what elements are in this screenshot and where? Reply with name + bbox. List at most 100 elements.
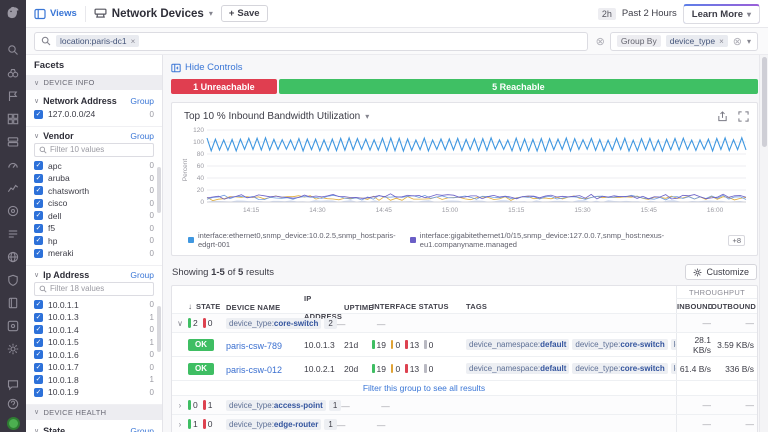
chevron-down-icon[interactable]: ∨	[34, 132, 39, 140]
nav-infrastructure-icon[interactable]	[7, 136, 19, 148]
facet-value-row[interactable]: ✓f50	[34, 222, 154, 235]
nav-apm-icon[interactable]	[7, 205, 19, 217]
search-input[interactable]: location:paris-dc1 ×	[34, 32, 588, 51]
facet-list-scrollbar[interactable]	[157, 306, 161, 352]
remove-filter-icon[interactable]: ×	[131, 37, 136, 46]
nav-help-icon[interactable]	[7, 398, 19, 410]
export-icon[interactable]	[717, 111, 728, 122]
nav-notebooks-icon[interactable]	[7, 297, 19, 309]
group-expander-icon[interactable]: ∨	[172, 319, 188, 328]
chart-title-dropdown-icon[interactable]: ▾	[365, 112, 369, 121]
legend-overflow-badge[interactable]: +8	[728, 235, 745, 246]
nav-search-icon[interactable]	[7, 44, 19, 56]
checkbox-checked-icon[interactable]: ✓	[34, 211, 43, 220]
chevron-down-icon[interactable]: ∨	[34, 271, 39, 279]
facet-value-row[interactable]: ✓meraki0	[34, 247, 154, 260]
checkbox-checked-icon[interactable]: ✓	[34, 325, 43, 334]
views-button[interactable]: Views	[34, 8, 77, 20]
facet-group-link[interactable]: Group	[130, 426, 154, 432]
chevron-down-icon[interactable]: ∨	[34, 97, 39, 105]
scrollbar-thumb[interactable]	[762, 57, 767, 147]
table-group-row[interactable]: ›01device_type:access-point1————	[172, 396, 757, 415]
chevron-down-icon[interactable]: ∨	[34, 427, 39, 432]
checkbox-checked-icon[interactable]: ✓	[34, 161, 43, 170]
checkbox-checked-icon[interactable]: ✓	[34, 224, 43, 233]
search-filter-tag[interactable]: location:paris-dc1 ×	[56, 35, 139, 47]
clear-icon[interactable]: ⊗	[733, 35, 742, 48]
facet-filter-input[interactable]: Filter 18 values	[34, 282, 154, 296]
nav-logs-icon[interactable]	[7, 228, 19, 240]
device-name-link[interactable]: paris-csw-789	[226, 341, 282, 351]
nav-watchdog-icon[interactable]	[7, 67, 19, 79]
nav-events-icon[interactable]	[7, 90, 19, 102]
device-name-link[interactable]: paris-csw-012	[226, 365, 282, 375]
table-group-row[interactable]: ›10device_type:edge-router1————	[172, 415, 757, 432]
page-title-group[interactable]: Network Devices ▾	[94, 7, 213, 20]
checkbox-checked-icon[interactable]: ✓	[34, 249, 43, 258]
group-by-tag[interactable]: device_type ×	[666, 35, 728, 47]
facet-list-scrollbar[interactable]	[157, 167, 161, 213]
table-device-row[interactable]: OKparis-csw-01210.0.2.120d190130device_n…	[172, 357, 757, 381]
facet-value-row[interactable]: ✓hp0	[34, 235, 154, 248]
facet-value-row[interactable]: ✓apc0	[34, 160, 154, 173]
reachable-segment[interactable]: 5 Reachable	[279, 79, 758, 94]
column-header-tags[interactable]: TAGS	[466, 302, 676, 311]
facet-value-row[interactable]: ✓cisco0	[34, 197, 154, 210]
column-header-state[interactable]: ↓STATE	[188, 302, 226, 311]
checkbox-checked-icon[interactable]: ✓	[34, 363, 43, 372]
facet-value-row[interactable]: ✓dell0	[34, 210, 154, 223]
facet-value-row[interactable]: ✓10.0.1.90	[34, 386, 154, 399]
nav-settings-icon[interactable]	[7, 343, 19, 355]
bandwidth-utilization-chart[interactable]: 020406080100120Percent14:1514:3014:4515:…	[180, 124, 756, 224]
tag-pill[interactable]: device_type:core-switch	[226, 318, 321, 329]
checkbox-checked-icon[interactable]: ✓	[34, 174, 43, 183]
checkbox-checked-icon[interactable]: ✓	[34, 375, 43, 384]
facet-section-header[interactable]: ∨DEVICE INFO	[26, 75, 162, 90]
table-device-row[interactable]: OKparis-csw-78910.0.1.321d190130device_n…	[172, 333, 757, 357]
facet-group-link[interactable]: Group	[130, 131, 154, 141]
facet-value-row[interactable]: ✓10.0.1.60	[34, 349, 154, 362]
checkbox-checked-icon[interactable]: ✓	[34, 350, 43, 359]
column-header-uptime[interactable]: UPTIME	[344, 297, 372, 315]
column-header-device-name[interactable]: DEVICE NAME	[226, 297, 304, 315]
checkbox-checked-icon[interactable]: ✓	[34, 338, 43, 347]
facet-section-header[interactable]: ∨DEVICE HEALTH	[26, 405, 162, 420]
checkbox-checked-icon[interactable]: ✓	[34, 236, 43, 245]
legend-item[interactable]: interface:ethernet0,snmp_device:10.0.2.5…	[188, 231, 396, 249]
time-range-label[interactable]: Past 2 Hours	[622, 8, 677, 19]
checkbox-checked-icon[interactable]: ✓	[34, 300, 43, 309]
user-avatar[interactable]	[7, 417, 20, 430]
time-range-badge[interactable]: 2h	[598, 8, 616, 20]
group-expander-icon[interactable]: ›	[172, 420, 188, 429]
hide-controls-button[interactable]: Hide Controls	[171, 62, 758, 73]
nav-integrations-icon[interactable]	[7, 320, 19, 332]
learn-more-button[interactable]: Learn More ▾	[683, 4, 760, 24]
checkbox-checked-icon[interactable]: ✓	[34, 313, 43, 322]
clear-group-by-icon[interactable]: ⊗	[596, 35, 605, 48]
table-group-row[interactable]: ∨20device_type:core-switch2————	[172, 314, 757, 333]
page-scrollbar[interactable]	[759, 55, 768, 432]
filter-group-link[interactable]: Filter this group to see all results	[172, 383, 676, 393]
checkbox-checked-icon[interactable]: ✓	[34, 388, 43, 397]
remove-group-by-icon[interactable]: ×	[719, 37, 724, 46]
unreachable-segment[interactable]: 1 Unreachable	[171, 79, 277, 94]
tag-pill[interactable]: device_type:core-switch	[572, 363, 667, 374]
facet-value-row[interactable]: ✓10.0.1.31	[34, 311, 154, 324]
tag-pill[interactable]: device_namespace:default	[466, 339, 569, 350]
nav-security-icon[interactable]	[7, 274, 19, 286]
facet-value-row[interactable]: ✓10.0.1.51	[34, 336, 154, 349]
facet-value-row[interactable]: ✓10.0.1.81	[34, 374, 154, 387]
column-header-interface-status[interactable]: INTERFACE STATUS	[372, 302, 466, 311]
legend-item[interactable]: interface:gigabitethernet1/0/15,snmp_dev…	[410, 231, 715, 249]
datadog-logo[interactable]	[5, 5, 21, 26]
facet-group-link[interactable]: Group	[130, 270, 154, 280]
group-expander-icon[interactable]: ›	[172, 401, 188, 410]
save-button[interactable]: + Save	[221, 5, 268, 22]
facet-value-row[interactable]: ✓aruba0	[34, 172, 154, 185]
facet-group-link[interactable]: Group	[130, 96, 154, 106]
checkbox-checked-icon[interactable]: ✓	[34, 110, 43, 119]
facet-value-row[interactable]: ✓127.0.0.0/240	[34, 108, 154, 121]
nav-synthetics-icon[interactable]	[7, 251, 19, 263]
nav-monitors-icon[interactable]	[7, 159, 19, 171]
facet-value-row[interactable]: ✓chatsworth0	[34, 185, 154, 198]
